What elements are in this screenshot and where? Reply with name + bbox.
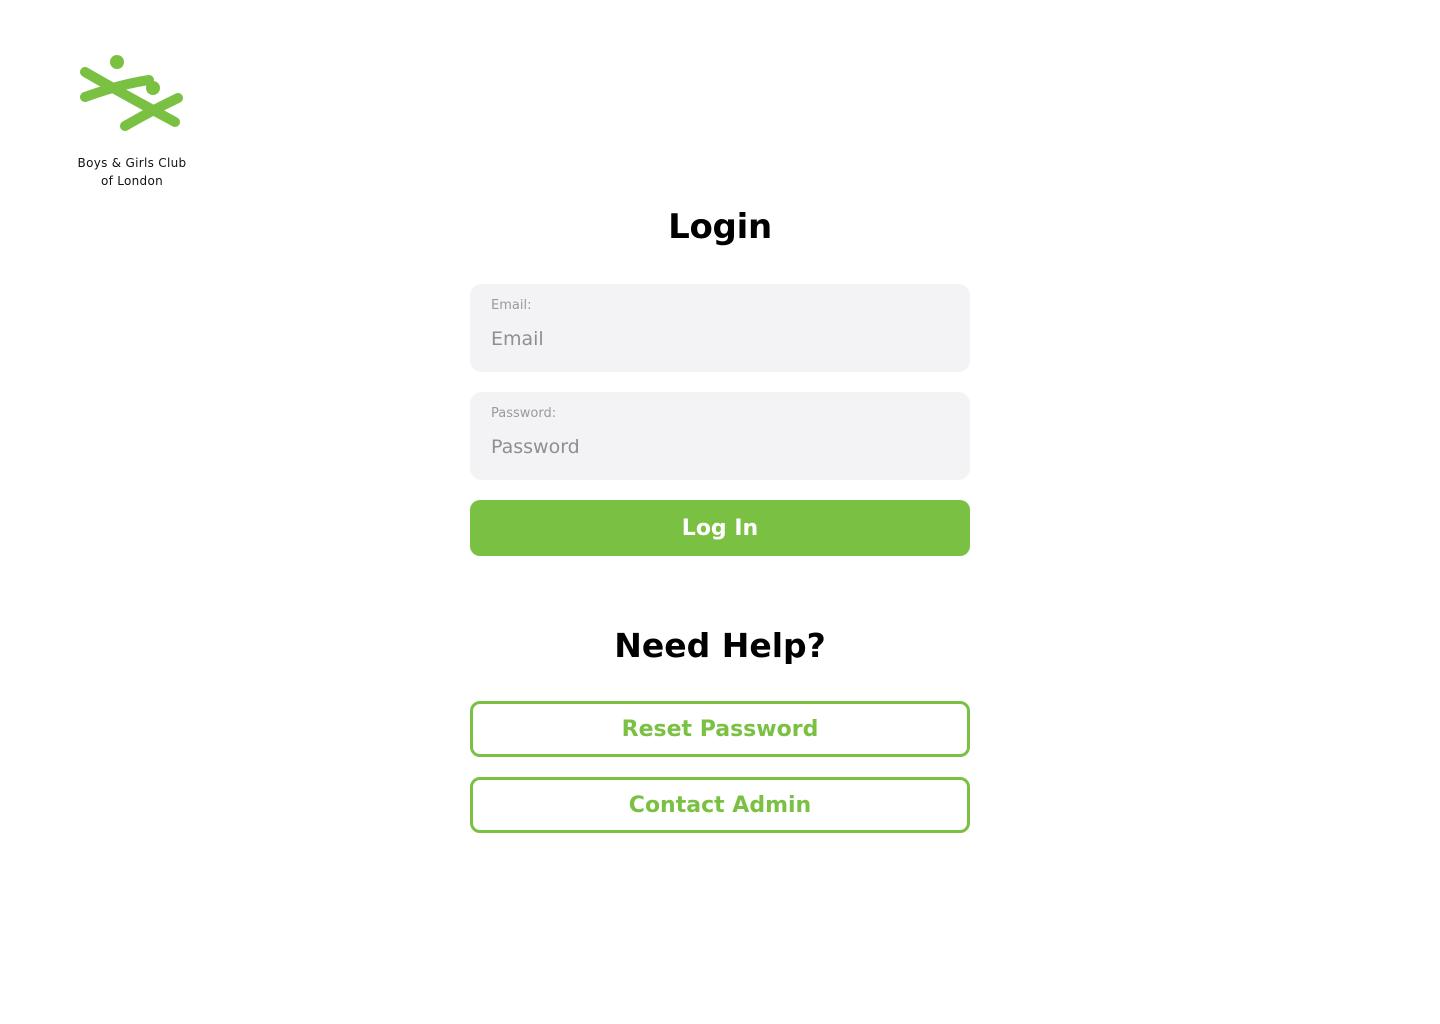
email-label: Email: — [491, 298, 532, 313]
login-panel: Login Email: Password: Log In Need Help?… — [470, 200, 970, 833]
brand-logo: Boys & Girls Club of London — [62, 54, 202, 190]
brand-name-line2: of London — [100, 174, 164, 188]
contact-admin-button[interactable]: Contact Admin — [470, 777, 970, 833]
email-input[interactable] — [491, 326, 949, 352]
brand-name-line1: Boys & Girls Club — [77, 156, 187, 170]
password-field-container[interactable]: Password: — [470, 392, 970, 480]
email-field-container[interactable]: Email: — [470, 284, 970, 372]
password-label: Password: — [491, 406, 557, 421]
page-title: Login — [668, 207, 772, 247]
brand-name: Boys & Girls Club of London — [62, 154, 202, 190]
reset-password-button[interactable]: Reset Password — [470, 701, 970, 757]
password-input[interactable] — [491, 434, 949, 460]
club-logo-icon — [80, 55, 183, 131]
log-in-button[interactable]: Log In — [470, 500, 970, 556]
help-title: Need Help? — [614, 626, 826, 665]
